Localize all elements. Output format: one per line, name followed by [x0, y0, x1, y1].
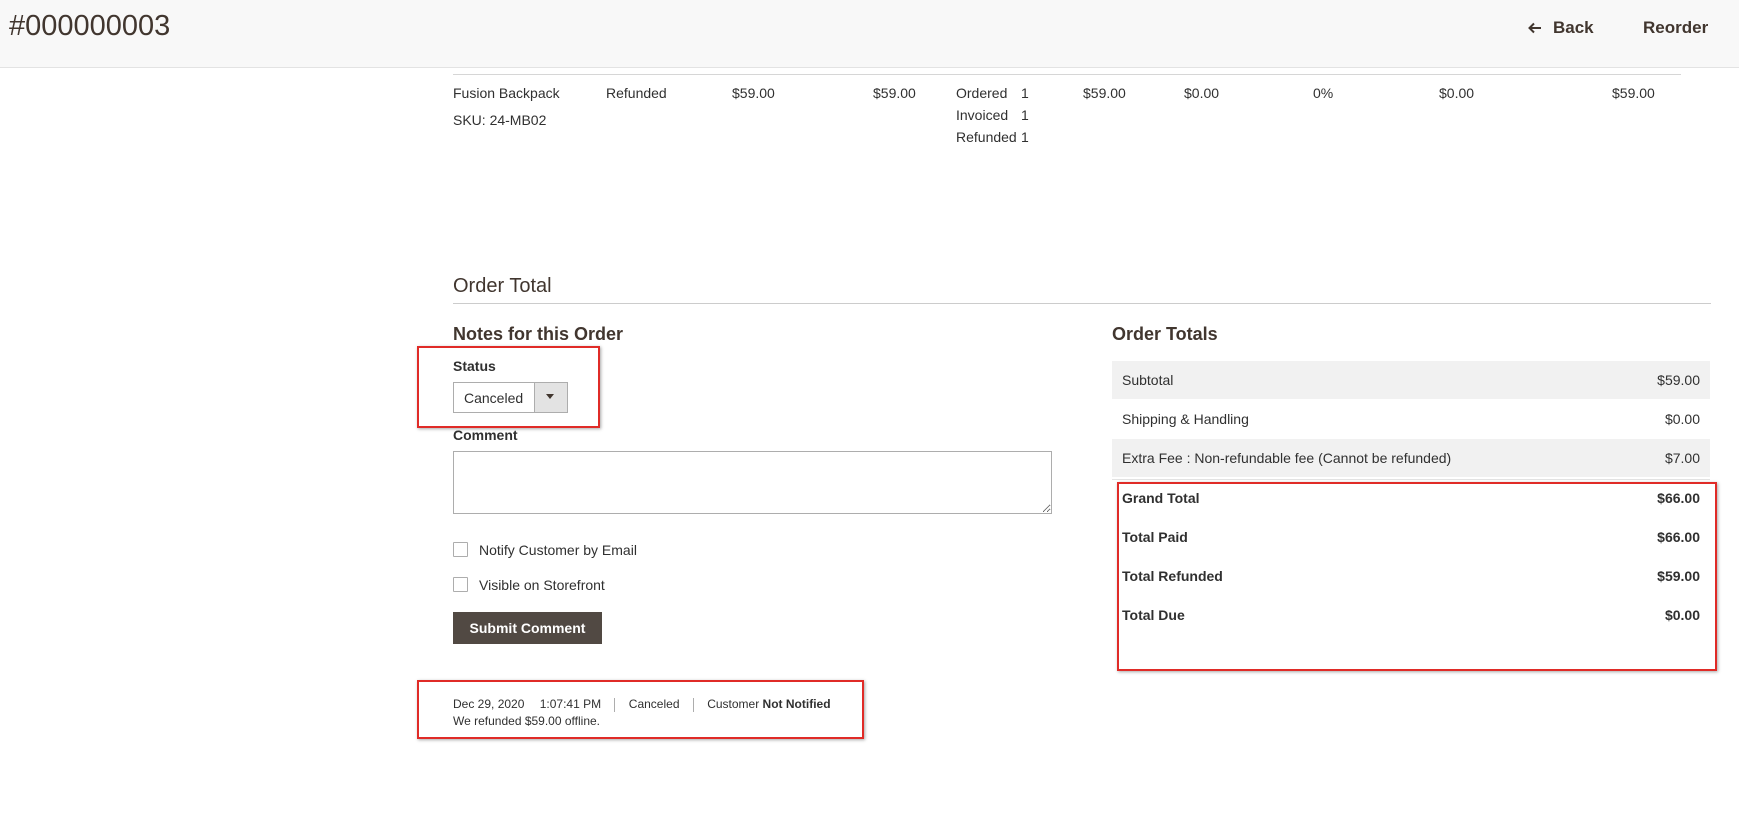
comment-label: Comment [453, 427, 518, 443]
qty-invoiced: 1 [1021, 107, 1029, 123]
discount-amount: $0.00 [1439, 85, 1475, 101]
row-total: $59.00 [1612, 85, 1655, 101]
notify-customer-label: Notify Customer by Email [479, 542, 637, 558]
notify-customer-checkbox[interactable] [453, 542, 468, 557]
totals-row-shipping: Shipping & Handling $0.00 [1112, 400, 1710, 438]
totals-row-subtotal: Subtotal $59.00 [1112, 361, 1710, 399]
back-button-label: Back [1553, 18, 1594, 37]
order-total-section-title: Order Total [453, 275, 552, 297]
item-status: Refunded [606, 85, 667, 101]
back-button[interactable]: Back [1527, 18, 1594, 38]
visible-storefront-label: Visible on Storefront [479, 577, 605, 593]
totals-value: $0.00 [1664, 411, 1700, 427]
item-price: $59.00 [873, 85, 916, 101]
page-header: #000000003 Back Reorder [0, 0, 1739, 68]
order-totals-title: Order Totals [1112, 324, 1218, 344]
totals-row-extra-fee: Extra Fee : Non-refundable fee (Cannot b… [1112, 439, 1710, 477]
section-divider [453, 303, 1711, 304]
qty-ordered-label: Ordered [956, 85, 1008, 101]
totals-label: Subtotal [1122, 372, 1174, 388]
qty-refunded-label: Refunded [956, 129, 1017, 145]
totals-value: $59.00 [1657, 372, 1700, 388]
highlight-box-history [417, 680, 864, 739]
submit-comment-button[interactable]: Submit Comment [453, 612, 602, 644]
items-table-divider [453, 74, 1681, 75]
arrow-left-icon [1528, 22, 1541, 34]
tax-percent: 0% [1313, 85, 1334, 101]
highlight-box-status [417, 346, 600, 428]
visible-storefront-checkbox[interactable] [453, 577, 468, 592]
qty-refunded: 1 [1021, 129, 1029, 145]
highlight-box-totals [1117, 482, 1717, 671]
qty-invoiced-label: Invoiced [956, 107, 1009, 123]
original-price: $59.00 [732, 85, 775, 101]
totals-label: Extra Fee : Non-refundable fee (Cannot b… [1122, 450, 1452, 466]
qty-ordered: 1 [1021, 85, 1029, 101]
notes-title: Notes for this Order [453, 324, 624, 344]
product-name: Fusion Backpack [453, 85, 560, 101]
product-sku: SKU: 24-MB02 [453, 112, 547, 128]
totals-value: $7.00 [1664, 450, 1700, 466]
page-title: #000000003 [9, 10, 171, 42]
comment-input[interactable] [453, 451, 1052, 514]
item-subtotal: $59.00 [1083, 85, 1126, 101]
tax-amount: $0.00 [1184, 85, 1220, 101]
totals-label: Shipping & Handling [1122, 411, 1249, 427]
reorder-button[interactable]: Reorder [1643, 18, 1708, 38]
